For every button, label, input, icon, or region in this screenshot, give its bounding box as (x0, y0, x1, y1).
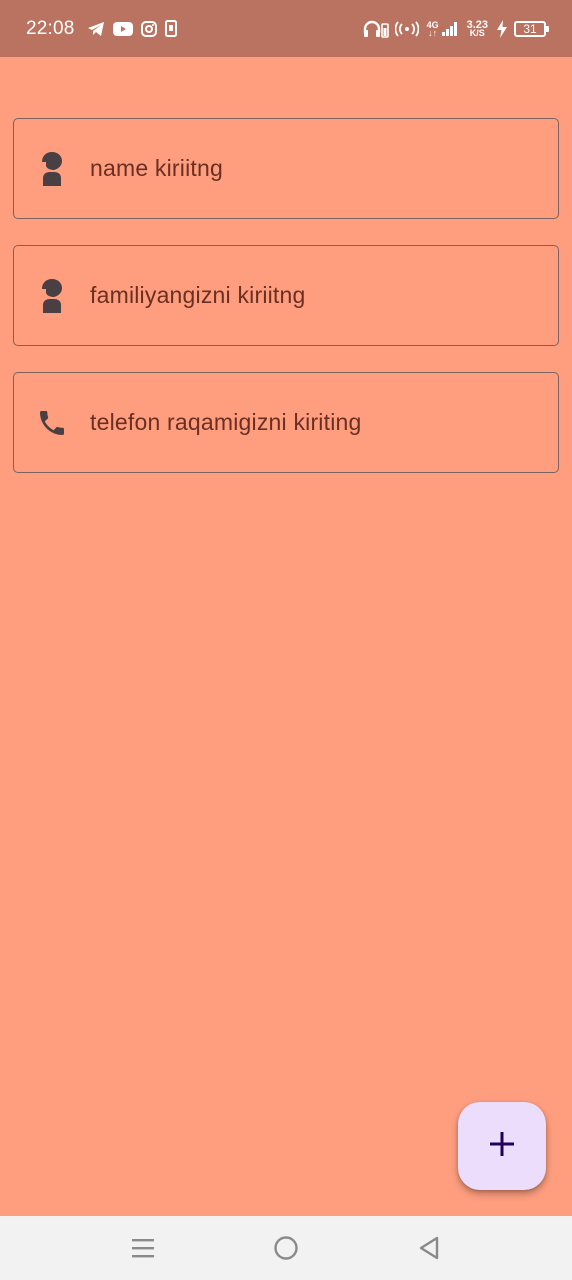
battery-icon: 31 (514, 20, 549, 37)
plus-icon (488, 1130, 516, 1163)
home-circle-icon[interactable] (270, 1232, 302, 1264)
youtube-icon (112, 21, 133, 36)
instagram-icon (140, 20, 157, 37)
charging-icon (496, 19, 508, 38)
name-field-placeholder: name kiriitng (90, 155, 223, 181)
network-data-arrows: ↓↑ (428, 27, 438, 38)
status-bar: 22:08 4G ↓↑ 3.23 K/S 31 (0, 0, 572, 57)
network-speed: 3.23 K/S (467, 19, 488, 38)
person-icon (28, 272, 76, 320)
menu-icon[interactable] (127, 1232, 159, 1264)
back-triangle-icon[interactable] (413, 1232, 445, 1264)
name-field[interactable]: name kiriitng (13, 118, 559, 219)
sim-icon (164, 20, 177, 37)
add-button[interactable] (458, 1102, 546, 1190)
signal-icon: 4G ↓↑ (427, 20, 459, 38)
phone-field-placeholder: telefon raqamigizni kiriting (90, 409, 362, 435)
surname-field-placeholder: familiyangizni kiriitng (90, 282, 306, 308)
telegram-icon (87, 21, 105, 37)
person-icon (28, 145, 76, 193)
network-speed-unit: K/S (469, 27, 485, 38)
phone-icon (28, 399, 76, 447)
battery-level: 31 (523, 21, 537, 36)
status-left-group: 22:08 (26, 18, 185, 40)
phone-field[interactable]: telefon raqamigizni kiriting (13, 372, 559, 473)
surname-field[interactable]: familiyangizni kiriitng (13, 245, 559, 346)
network-type-indicator: 4G ↓↑ (427, 20, 439, 38)
status-time: 22:08 (26, 17, 75, 39)
hotspot-icon (394, 20, 419, 37)
system-nav-bar (0, 1216, 572, 1280)
headphones-battery-icon (363, 20, 389, 38)
status-right-group: 4G ↓↑ 3.23 K/S 31 (357, 19, 549, 38)
